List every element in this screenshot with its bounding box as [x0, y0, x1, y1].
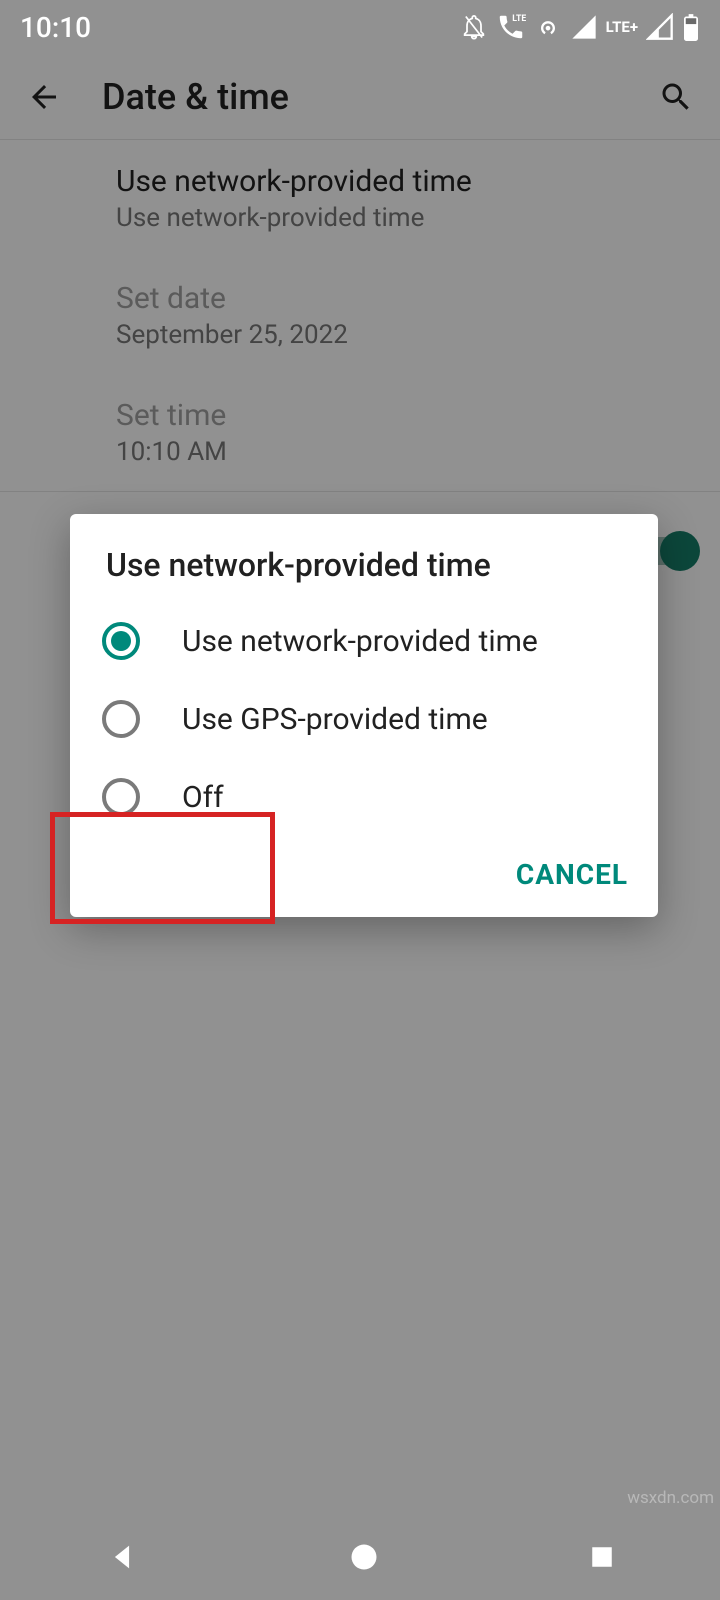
radio-label: Use GPS-provided time	[182, 702, 488, 737]
radio-option-network[interactable]: Use network-provided time	[82, 602, 646, 680]
volte-call-icon: LTE	[496, 12, 526, 42]
lte-plus-icon: LTE+	[606, 18, 638, 36]
nav-home-icon[interactable]	[349, 1542, 379, 1572]
nav-back-icon[interactable]	[105, 1540, 139, 1574]
hotspot-icon	[534, 13, 562, 41]
status-time: 10:10	[20, 11, 91, 44]
dnd-icon	[460, 13, 488, 41]
dialog-title: Use network-provided time	[70, 546, 658, 602]
svg-text:LTE: LTE	[512, 14, 526, 24]
battery-icon	[682, 13, 700, 41]
radio-option-gps[interactable]: Use GPS-provided time	[82, 680, 646, 758]
signal-icon-1	[570, 13, 598, 41]
watermark: wsxdn.com	[627, 1488, 714, 1508]
signal-icon-2	[646, 13, 674, 41]
radio-label: Use network-provided time	[182, 624, 538, 659]
radio-icon	[102, 700, 140, 738]
radio-icon	[102, 778, 140, 816]
status-icons: LTE LTE+	[460, 12, 700, 42]
nav-recent-icon[interactable]	[589, 1544, 615, 1570]
radio-icon	[102, 622, 140, 660]
status-bar: 10:10 LTE LTE+	[0, 0, 720, 54]
cancel-button[interactable]: CANCEL	[516, 858, 628, 891]
radio-option-off[interactable]: Off	[82, 758, 646, 836]
time-source-dialog: Use network-provided time Use network-pr…	[70, 514, 658, 917]
radio-label: Off	[182, 780, 224, 815]
navigation-bar	[0, 1514, 720, 1600]
